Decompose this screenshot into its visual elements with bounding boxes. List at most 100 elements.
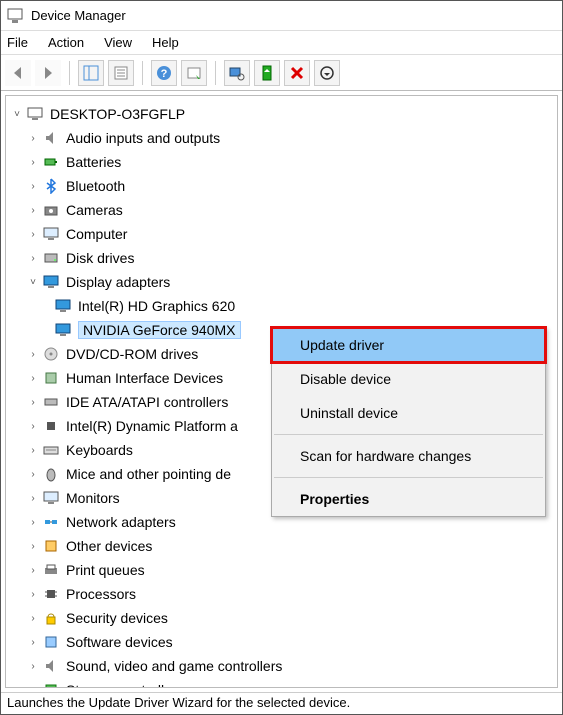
ctx-item-label: Uninstall device <box>300 405 398 421</box>
tree-item-label: Security devices <box>66 610 168 626</box>
chevron-right-icon[interactable]: › <box>26 371 40 385</box>
properties-button[interactable] <box>108 60 134 86</box>
display-icon <box>54 321 72 339</box>
tree-item-sound[interactable]: › Sound, video and game controllers <box>6 654 557 678</box>
tree-item-batteries[interactable]: › Batteries <box>6 150 557 174</box>
chevron-right-icon[interactable]: › <box>26 251 40 265</box>
tree-item-label: Software devices <box>66 634 173 650</box>
tree-item-processors[interactable]: › Processors <box>6 582 557 606</box>
statusbar: Launches the Update Driver Wizard for th… <box>1 692 562 714</box>
tree-item-label: Disk drives <box>66 250 134 266</box>
ctx-item-label: Properties <box>300 491 369 507</box>
tree-item-bluetooth[interactable]: › Bluetooth <box>6 174 557 198</box>
tree-item-label: Print queues <box>66 562 145 578</box>
menu-help[interactable]: Help <box>152 35 179 50</box>
tree-item-disk-drives[interactable]: › Disk drives <box>6 246 557 270</box>
toolbar-separator <box>142 61 143 85</box>
chevron-right-icon[interactable]: › <box>26 491 40 505</box>
chevron-right-icon[interactable]: › <box>26 683 40 688</box>
menu-action[interactable]: Action <box>48 35 84 50</box>
tree-item-computer[interactable]: › Computer <box>6 222 557 246</box>
tree-item-label: IDE ATA/ATAPI controllers <box>66 394 228 410</box>
chevron-right-icon[interactable]: › <box>26 611 40 625</box>
chevron-down-icon[interactable]: ˅ <box>26 275 40 289</box>
chevron-right-icon[interactable]: › <box>26 467 40 481</box>
hid-icon <box>42 369 60 387</box>
update-driver-button[interactable] <box>254 60 280 86</box>
tree-item-intel-hd[interactable]: Intel(R) HD Graphics 620 <box>6 294 557 318</box>
toolbar-separator <box>69 61 70 85</box>
chevron-right-icon[interactable]: › <box>26 659 40 673</box>
forward-button[interactable] <box>35 60 61 86</box>
chip-icon <box>42 417 60 435</box>
tree-item-label: Computer <box>66 226 127 242</box>
ctx-item-label: Update driver <box>300 337 384 353</box>
mouse-icon <box>42 465 60 483</box>
tree-item-display-adapters[interactable]: ˅ Display adapters <box>6 270 557 294</box>
svg-text:?: ? <box>161 68 168 80</box>
ctx-item-label: Disable device <box>300 371 391 387</box>
other-icon <box>42 537 60 555</box>
back-button[interactable] <box>5 60 31 86</box>
battery-icon <box>42 153 60 171</box>
chevron-right-icon[interactable]: › <box>26 131 40 145</box>
ctx-disable-device[interactable]: Disable device <box>272 362 545 396</box>
tree-item-storage[interactable]: › Storage controllers <box>6 678 557 688</box>
chevron-right-icon[interactable]: › <box>26 539 40 553</box>
storage-icon <box>42 681 60 688</box>
menu-file[interactable]: File <box>7 35 28 50</box>
help-button[interactable]: ? <box>151 60 177 86</box>
tree-item-label: Batteries <box>66 154 121 170</box>
menu-view[interactable]: View <box>104 35 132 50</box>
ctx-update-driver[interactable]: Update driver <box>272 328 545 362</box>
network-icon <box>42 513 60 531</box>
chevron-right-icon[interactable]: › <box>26 635 40 649</box>
tree-item-cameras[interactable]: › Cameras <box>6 198 557 222</box>
computer-icon <box>42 225 60 243</box>
ctx-properties[interactable]: Properties <box>272 482 545 516</box>
chevron-right-icon[interactable]: › <box>26 563 40 577</box>
tree-root[interactable]: ˅ DESKTOP-O3FGFLP <box>6 102 557 126</box>
bluetooth-icon <box>42 177 60 195</box>
tree-item-label: NVIDIA GeForce 940MX <box>78 321 241 339</box>
uninstall-button[interactable] <box>284 60 310 86</box>
tree-item-label: Sound, video and game controllers <box>66 658 282 674</box>
tree-item-software[interactable]: › Software devices <box>6 630 557 654</box>
chevron-right-icon[interactable]: › <box>26 179 40 193</box>
chevron-right-icon[interactable]: › <box>26 515 40 529</box>
disable-button[interactable] <box>314 60 340 86</box>
tree-item-label: Bluetooth <box>66 178 125 194</box>
ctx-separator <box>274 434 543 435</box>
tree-item-label: Cameras <box>66 202 123 218</box>
computer-icon <box>26 105 44 123</box>
tree-item-security[interactable]: › Security devices <box>6 606 557 630</box>
chevron-right-icon[interactable]: › <box>26 155 40 169</box>
chevron-down-icon[interactable]: ˅ <box>10 107 24 121</box>
ctx-scan-hardware[interactable]: Scan for hardware changes <box>272 439 545 473</box>
chevron-right-icon[interactable]: › <box>26 419 40 433</box>
tree-item-other[interactable]: › Other devices <box>6 534 557 558</box>
ctx-uninstall-device[interactable]: Uninstall device <box>272 396 545 430</box>
chevron-right-icon[interactable]: › <box>26 203 40 217</box>
display-icon <box>42 273 60 291</box>
app-icon <box>7 8 23 24</box>
ide-icon <box>42 393 60 411</box>
camera-icon <box>42 201 60 219</box>
chevron-right-icon[interactable]: › <box>26 347 40 361</box>
tree-item-audio[interactable]: › Audio inputs and outputs <box>6 126 557 150</box>
chevron-right-icon[interactable]: › <box>26 395 40 409</box>
chevron-right-icon[interactable]: › <box>26 587 40 601</box>
tree-item-label: DVD/CD-ROM drives <box>66 346 198 362</box>
menubar: File Action View Help <box>1 31 562 55</box>
scan-hardware-button[interactable] <box>224 60 250 86</box>
ctx-separator <box>274 477 543 478</box>
action-button[interactable] <box>181 60 207 86</box>
keyboard-icon <box>42 441 60 459</box>
chevron-right-icon[interactable]: › <box>26 227 40 241</box>
tree-item-print[interactable]: › Print queues <box>6 558 557 582</box>
window-title: Device Manager <box>31 8 126 23</box>
chevron-right-icon[interactable]: › <box>26 443 40 457</box>
processor-icon <box>42 585 60 603</box>
show-hide-console-tree-button[interactable] <box>78 60 104 86</box>
tree-item-label: Human Interface Devices <box>66 370 223 386</box>
